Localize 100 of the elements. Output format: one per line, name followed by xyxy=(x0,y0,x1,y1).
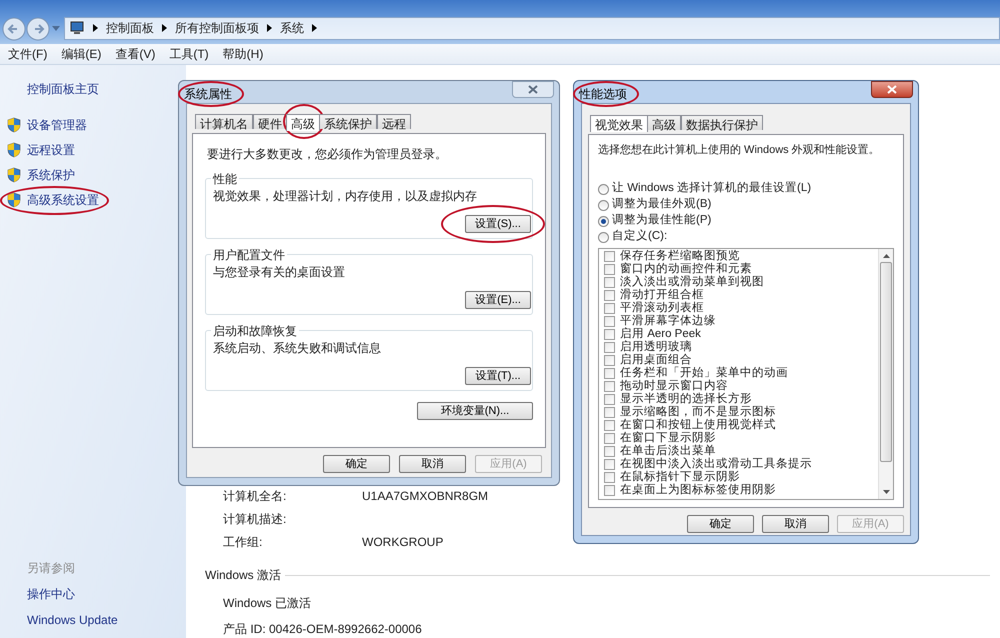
menu-item[interactable]: 文件(F) xyxy=(8,44,48,63)
checkbox-label: 在视图中淡入淡出或滑动工具条提示 xyxy=(620,458,812,470)
chevron-icon xyxy=(162,24,167,32)
chevron-icon xyxy=(267,24,272,32)
checkbox-label: 显示缩略图，而不是显示图标 xyxy=(620,406,776,418)
group-description: 系统启动、系统失败和调试信息 xyxy=(213,340,381,357)
scroll-down-icon[interactable] xyxy=(882,490,890,494)
sidebar-link[interactable]: 高级系统设置 xyxy=(27,191,99,209)
sidebar-link[interactable]: 操作中心 xyxy=(6,585,75,603)
tab[interactable]: 计算机名 xyxy=(195,114,253,129)
dialog-button[interactable]: 设置(T)... xyxy=(465,367,531,385)
tab[interactable]: 数据执行保护 xyxy=(681,115,763,130)
checkbox[interactable] xyxy=(604,420,615,430)
dropdown-arrow-icon[interactable] xyxy=(52,26,60,32)
dialog-button[interactable]: 确定 xyxy=(687,515,754,533)
shield-icon xyxy=(6,142,22,158)
field-label: 计算机描述: xyxy=(223,510,288,528)
checkbox[interactable] xyxy=(604,472,615,482)
dialog-button[interactable]: 取消 xyxy=(399,455,466,473)
tab[interactable]: 硬件 xyxy=(253,114,287,129)
radio-button[interactable] xyxy=(598,216,609,226)
checkbox[interactable] xyxy=(604,264,615,274)
radio-label: 调整为最佳外观(B) xyxy=(612,196,712,212)
checkbox-label: 窗口内的动画控件和元素 xyxy=(620,262,752,276)
breadcrumb-item[interactable]: 系统 xyxy=(280,19,304,38)
chevron-icon xyxy=(93,24,98,32)
dialog-button[interactable]: 确定 xyxy=(323,455,390,473)
dialog-button[interactable]: 取消 xyxy=(762,515,829,533)
intro-text: 选择您想在此计算机上使用的 Windows 外观和性能设置。 xyxy=(598,142,880,158)
forward-button[interactable] xyxy=(26,16,50,41)
radio-label: 自定义(C): xyxy=(612,228,668,244)
radio-label: 让 Windows 选择计算机的最佳设置(L) xyxy=(612,180,812,196)
checkbox-label: 在窗口下显示阴影 xyxy=(620,432,716,444)
checkbox-label: 淡入淡出或滑动菜单到视图 xyxy=(620,276,764,288)
radio-button[interactable] xyxy=(598,232,609,242)
close-button[interactable] xyxy=(512,81,554,98)
checkbox-label: 拖动时显示窗口内容 xyxy=(620,380,728,392)
checkbox[interactable] xyxy=(604,458,615,470)
checkbox-label: 显示半透明的选择长方形 xyxy=(620,392,752,406)
checkbox[interactable] xyxy=(604,432,615,444)
checkbox[interactable] xyxy=(604,328,615,340)
sidebar-link[interactable]: 系统保护 xyxy=(27,166,75,184)
field-label: 工作组: xyxy=(223,534,264,550)
checkbox[interactable] xyxy=(604,368,615,378)
tab[interactable]: 高级 xyxy=(286,114,320,131)
group-title: 性能 xyxy=(211,170,239,188)
dialog-button[interactable]: 设置(S)... xyxy=(465,215,531,233)
scroll-up-icon[interactable] xyxy=(882,254,890,258)
checkbox[interactable] xyxy=(604,342,615,352)
checkbox-label: 在桌面上为图标标签使用阴影 xyxy=(620,484,776,496)
dialog-button[interactable]: 设置(E)... xyxy=(465,291,531,309)
close-icon xyxy=(887,85,897,94)
checkbox-label: 保存任务栏缩略图预览 xyxy=(620,250,740,262)
tab[interactable]: 高级 xyxy=(647,115,681,130)
radio-button[interactable] xyxy=(598,200,609,210)
menu-item[interactable]: 查看(V) xyxy=(115,44,156,63)
checkbox-label: 平滑滚动列表框 xyxy=(620,302,704,314)
checkbox[interactable] xyxy=(604,394,615,404)
window-title: 系统属性 xyxy=(184,87,232,101)
section-heading: 另请参阅 xyxy=(26,560,76,577)
checkbox[interactable] xyxy=(604,380,615,392)
checkbox[interactable] xyxy=(604,406,615,418)
checkbox-label: 在鼠标指针下显示阴影 xyxy=(620,470,740,484)
close-button[interactable] xyxy=(871,81,913,98)
field-value: U1AA7GMXOBNR8GM xyxy=(362,488,488,504)
checkbox-label: 在单击后淡出菜单 xyxy=(620,444,716,458)
radio-button[interactable] xyxy=(598,184,609,194)
tab[interactable]: 系统保护 xyxy=(319,114,377,129)
address-bar[interactable]: 控制面板 所有控制面板项 系统 xyxy=(64,16,1000,40)
checkbox-label: 平滑屏幕字体边缘 xyxy=(620,314,716,328)
menu-item[interactable]: 工具(T) xyxy=(169,44,209,63)
back-button[interactable] xyxy=(2,16,26,41)
sidebar-link[interactable]: 远程设置 xyxy=(27,141,75,159)
dialog-button[interactable]: 环境变量(N)... xyxy=(417,402,533,420)
menu-item[interactable]: 帮助(H) xyxy=(222,44,264,63)
checkbox[interactable] xyxy=(604,484,615,496)
checkbox-label: 滑动打开组合框 xyxy=(620,288,704,300)
group-title: 启动和故障恢复 xyxy=(211,322,299,340)
group-title: 用户配置文件 xyxy=(211,246,287,264)
checkbox-label: 启用透明玻璃 xyxy=(620,340,692,354)
activation-status: Windows 已激活 xyxy=(222,595,312,612)
section-heading: Windows 激活 xyxy=(205,567,282,584)
checkbox[interactable] xyxy=(604,250,615,262)
tab[interactable]: 视觉效果 xyxy=(590,115,648,132)
checkbox[interactable] xyxy=(604,302,615,314)
tab[interactable]: 远程 xyxy=(377,114,411,129)
checkbox[interactable] xyxy=(604,316,615,326)
checkbox[interactable] xyxy=(604,276,615,288)
radio-label: 调整为最佳性能(P) xyxy=(612,212,712,228)
sidebar-link[interactable]: Windows Update xyxy=(6,611,118,629)
sidebar-link[interactable]: 设备管理器 xyxy=(27,116,87,134)
menu-item[interactable]: 编辑(E) xyxy=(61,44,102,63)
breadcrumb-item[interactable]: 控制面板 xyxy=(106,19,154,38)
chevron-icon xyxy=(312,24,317,32)
checkbox[interactable] xyxy=(604,354,615,366)
scrollbar[interactable] xyxy=(878,248,893,498)
product-id: 产品 ID: 00426-OEM-8992662-00006 xyxy=(222,621,422,638)
checkbox[interactable] xyxy=(604,290,615,300)
breadcrumb-item[interactable]: 所有控制面板项 xyxy=(175,19,259,38)
checkbox[interactable] xyxy=(604,446,615,456)
